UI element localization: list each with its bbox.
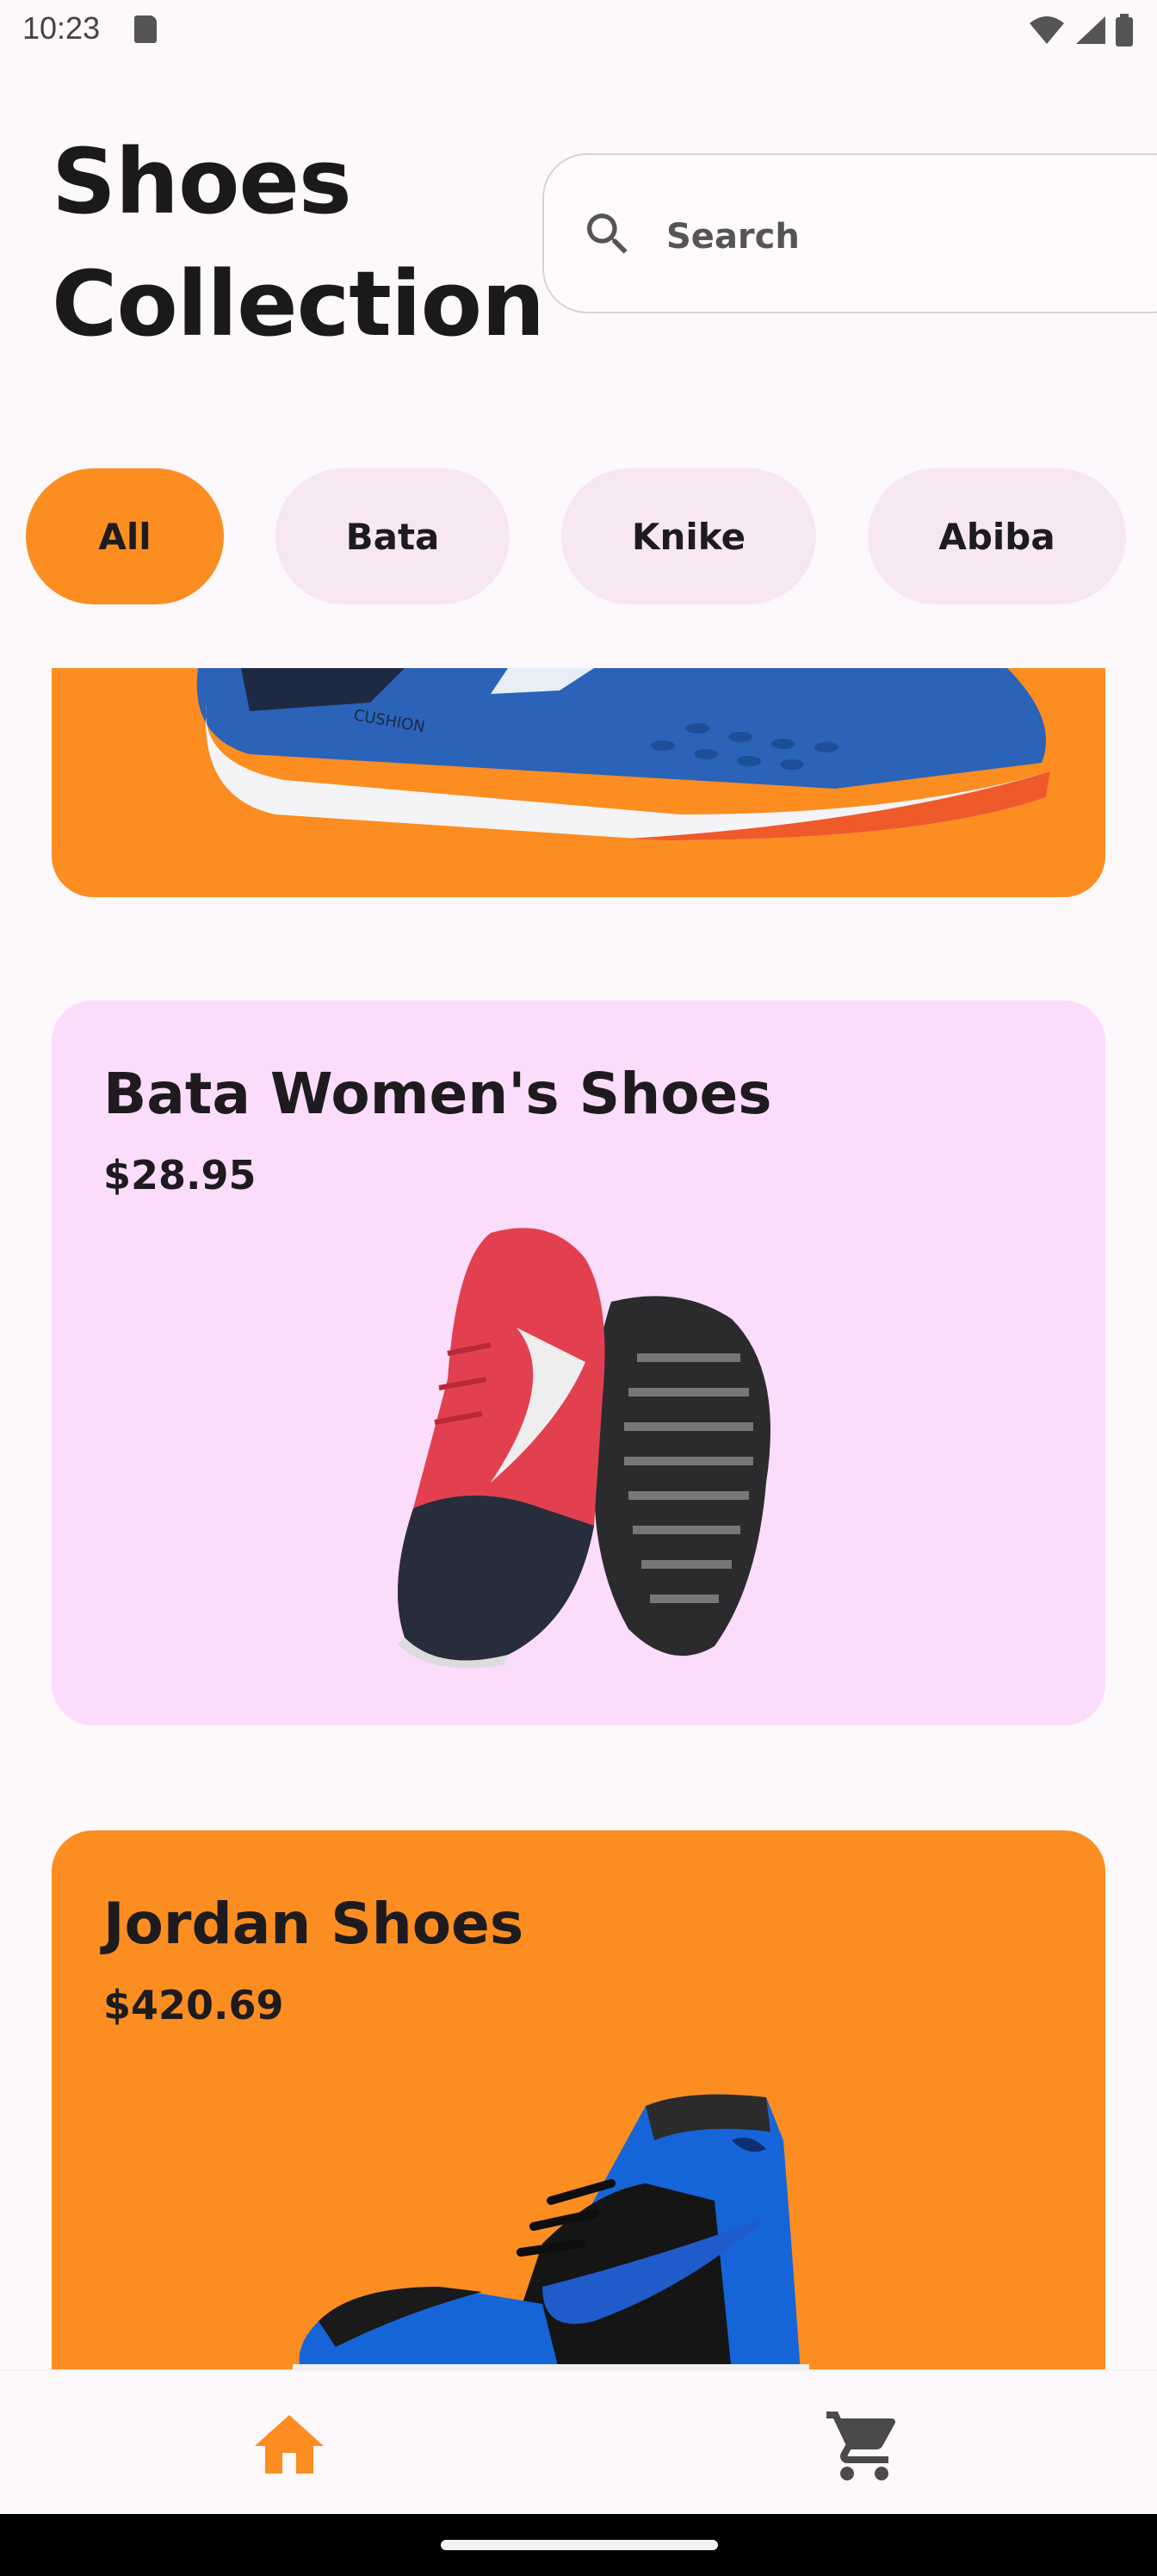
sd-card-icon (134, 15, 157, 43)
title-line-2: Collection (52, 251, 545, 356)
jordan-shoes-image (293, 2094, 809, 2369)
nav-cart-button[interactable] (823, 2405, 906, 2487)
signal-icon (1076, 16, 1105, 44)
product-card-partial[interactable]: CUSHION (52, 668, 1105, 897)
gesture-handle[interactable] (441, 2540, 718, 2550)
wifi-icon (1030, 16, 1064, 44)
bata-shoes-image (398, 1228, 770, 1669)
product-price: $28.95 (103, 1152, 257, 1198)
chip-knike[interactable]: Knike (561, 468, 816, 604)
search-input[interactable] (665, 205, 1150, 269)
nav-home-button[interactable] (248, 2405, 331, 2487)
search-icon (587, 214, 628, 254)
home-icon (255, 2415, 324, 2474)
title-line-1: Shoes (52, 129, 352, 234)
status-time: 10:23 (22, 10, 101, 46)
product-list[interactable]: CUSHION Bata Women's Shoes $28.95 Jordan… (0, 668, 1157, 2369)
product-card[interactable]: Jordan Shoes $420.69 (52, 1830, 1105, 2369)
battery-icon (1116, 14, 1133, 46)
product-name: Bata Women's Shoes (103, 1061, 772, 1127)
status-bar: 10:23 (0, 0, 1157, 62)
status-icons (1028, 14, 1135, 46)
chip-all[interactable]: All (26, 468, 224, 604)
chip-abiba[interactable]: Abiba (868, 468, 1126, 604)
filter-chips: All Bata Knike Abiba (26, 468, 1157, 606)
page-title: Shoes Collection (52, 121, 545, 365)
product-name: Jordan Shoes (103, 1891, 524, 1957)
search-bar[interactable] (542, 153, 1157, 313)
chip-bata[interactable]: Bata (275, 468, 510, 604)
product-price: $420.69 (103, 1982, 284, 2028)
bottom-navigation (0, 2369, 1157, 2515)
cart-icon (826, 2412, 896, 2480)
blue-running-shoe-image: CUSHION (196, 668, 1050, 840)
product-card[interactable]: Bata Women's Shoes $28.95 (52, 1000, 1105, 1725)
